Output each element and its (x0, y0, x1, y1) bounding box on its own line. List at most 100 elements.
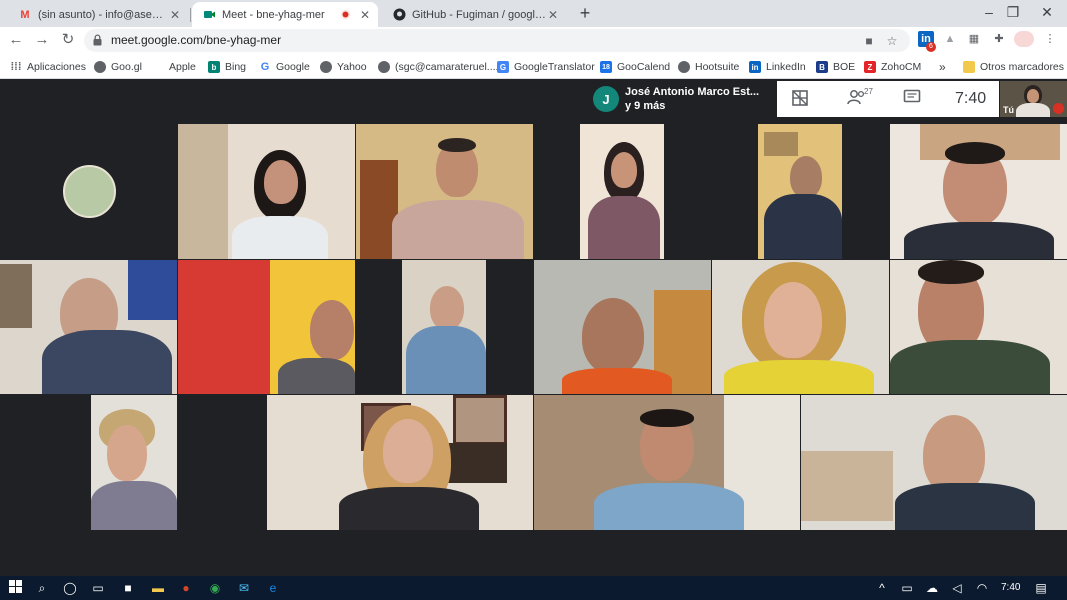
bookmark-apple[interactable]: Apple (152, 59, 196, 75)
volume-icon[interactable]: ◁ (949, 580, 965, 596)
close-tab-icon[interactable]: ✕ (358, 8, 372, 22)
self-view-tile[interactable]: Tú (1000, 81, 1067, 117)
notifications-icon[interactable]: ▤ (1033, 580, 1049, 596)
participant-body (278, 358, 355, 394)
participant-tile[interactable] (534, 395, 800, 530)
bookmark-label: Goo.gl (111, 61, 142, 73)
new-tab-button[interactable]: + (575, 3, 595, 23)
bookmark-label: LinkedIn (766, 61, 806, 73)
participant-body (406, 326, 486, 394)
bookmark-google[interactable]: G Google (259, 59, 310, 75)
grid-extension-icon[interactable]: ▦ (966, 31, 982, 47)
participant-tile[interactable] (758, 124, 842, 259)
participant-tile[interactable] (580, 124, 664, 259)
bookmark-label: Hootsuite (695, 61, 740, 73)
background-frame (447, 443, 507, 483)
windows-taskbar: ⌕ ◯ ▭ ■ ▬ ● ◉ ✉ e ^ ▭ ☁ ◁ ◠ 7:40 ▤ (0, 576, 1067, 600)
tab-github[interactable]: GitHub - Fugiman / google-meet ✕ (382, 2, 566, 27)
background-shelf (178, 124, 228, 259)
wifi-icon[interactable]: ◠ (974, 580, 990, 596)
cortana-icon[interactable]: ◯ (62, 580, 78, 596)
participant-avatar (63, 165, 116, 218)
participant-face (264, 160, 298, 204)
puzzle-extensions-icon[interactable]: ✚ (991, 31, 1007, 47)
presenter-chip[interactable]: J José Antonio Marco Est... y 9 más (587, 81, 773, 117)
back-button[interactable]: ← (6, 30, 26, 50)
bookmark-googl[interactable]: Goo.gl (94, 59, 142, 75)
bookmark-bing[interactable]: b Bing (208, 59, 246, 75)
forward-button[interactable]: → (32, 30, 52, 50)
address-bar[interactable]: meet.google.com/bne-yhag-mer ■ ☆ (84, 29, 910, 52)
grid-layout-icon[interactable] (789, 89, 811, 109)
globe-icon (678, 61, 690, 73)
participant-hair (945, 142, 1005, 164)
self-label: Tú (1003, 105, 1014, 115)
mail-icon[interactable]: ✉ (236, 580, 252, 596)
translate-icon: G (497, 61, 509, 73)
tab-title: (sin asunto) - info@asempaz.com (38, 8, 168, 21)
participant-tile[interactable] (712, 260, 889, 394)
close-tab-icon[interactable]: ✕ (546, 8, 560, 22)
bookmark-zohocm[interactable]: Z ZohoCM (864, 59, 921, 75)
participant-face (611, 152, 637, 188)
bookmarks-overflow-button[interactable]: » (939, 59, 946, 75)
participant-face (582, 298, 644, 374)
participant-tile[interactable] (178, 260, 355, 394)
linkedin-icon: in (749, 61, 761, 73)
tab-gmail[interactable]: M (sin asunto) - info@asempaz.com ✕ (8, 2, 188, 27)
chrome-menu-icon[interactable]: ⋮ (1042, 31, 1058, 47)
participant-tile[interactable] (890, 124, 1067, 259)
store-icon[interactable]: ■ (120, 580, 136, 596)
edge-icon[interactable]: e (265, 580, 281, 596)
globe-icon (378, 61, 390, 73)
file-explorer-icon[interactable]: ▬ (150, 580, 166, 596)
bookmark-other[interactable]: Otros marcadores (963, 59, 1064, 75)
camera-indicator-icon[interactable]: ■ (862, 34, 876, 48)
bookmark-boe[interactable]: B BOE (816, 59, 855, 75)
tab-meet[interactable]: Meet - bne-yhag-mer ✕ (192, 2, 378, 27)
participant-tile[interactable] (356, 260, 533, 394)
tab-title: GitHub - Fugiman / google-meet (412, 8, 546, 21)
participant-tile[interactable] (267, 395, 533, 530)
bookmark-goocalend[interactable]: 18 GooCalend (600, 59, 670, 75)
bookmark-label: Bing (225, 61, 247, 73)
close-window-button[interactable]: ✕ (1024, 0, 1067, 27)
profile-avatar[interactable] (1014, 31, 1034, 47)
cloud-icon[interactable]: ☁ (924, 580, 940, 596)
bookmark-label: ZohoCM (881, 61, 922, 73)
self-shirt (1016, 103, 1050, 117)
bookmark-aplicaciones[interactable]: ⁞⁞⁞ Aplicaciones (10, 59, 86, 75)
participant-tile-avatar-only[interactable] (0, 124, 177, 259)
search-icon[interactable]: ⌕ (34, 580, 50, 596)
bookmark-sgc[interactable]: (sgc@camarateruel.... (378, 59, 498, 75)
participant-tile[interactable] (91, 395, 177, 530)
participant-hair (640, 409, 694, 427)
background-frame (0, 264, 32, 328)
bookmark-yahoo[interactable]: Yahoo (320, 59, 367, 75)
participant-tile[interactable] (801, 395, 1067, 530)
participant-tile[interactable] (178, 124, 355, 259)
participant-body (562, 368, 672, 394)
battery-icon[interactable]: ▭ (899, 580, 915, 596)
star-bookmark-icon[interactable]: ☆ (885, 34, 899, 48)
bookmark-hootsuite[interactable]: Hootsuite (678, 59, 739, 75)
participant-tile[interactable] (534, 260, 711, 394)
drive-extension-icon[interactable]: ▲ (942, 31, 958, 47)
chrome-icon[interactable]: ◉ (207, 580, 223, 596)
reload-button[interactable]: ↻ (58, 30, 78, 50)
participant-face (107, 425, 147, 481)
bookmark-linkedin[interactable]: in LinkedIn (749, 59, 806, 75)
windows-start-icon[interactable] (7, 580, 23, 596)
participant-tile[interactable] (0, 260, 177, 394)
task-view-icon[interactable]: ▭ (90, 580, 106, 596)
close-tab-icon[interactable]: ✕ (168, 8, 182, 22)
participant-tile[interactable] (890, 260, 1067, 394)
participant-face (310, 300, 354, 360)
powerpoint-icon[interactable]: ● (178, 580, 194, 596)
browser-toolbar: ← → ↻ meet.google.com/bne-yhag-mer ■ ☆ (0, 27, 1067, 54)
participant-tile[interactable] (356, 124, 533, 259)
chat-icon[interactable] (901, 89, 923, 109)
bookmark-googletranslator[interactable]: G GoogleTranslator (497, 59, 595, 75)
tray-chevron-icon[interactable]: ^ (874, 580, 890, 596)
bookmark-label: Apple (169, 61, 196, 73)
